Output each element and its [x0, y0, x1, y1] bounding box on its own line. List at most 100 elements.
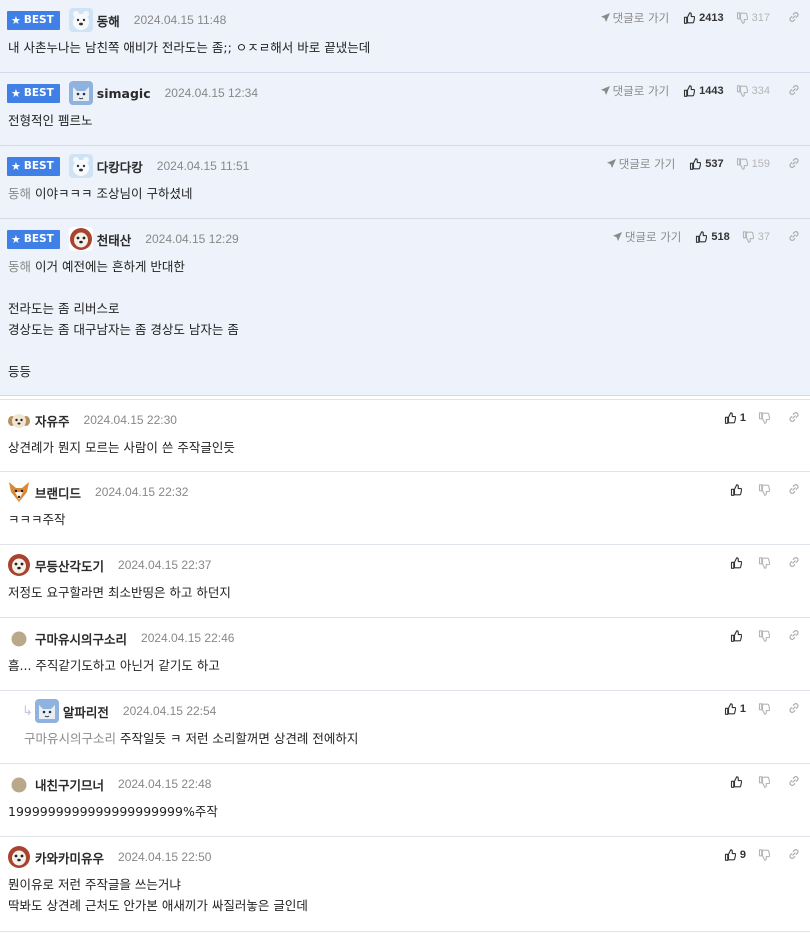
star-icon: ★	[11, 13, 21, 27]
share-link-button[interactable]	[788, 11, 800, 26]
comment-text-line: 등등	[8, 361, 239, 382]
like-button[interactable]	[730, 484, 746, 496]
link-icon	[788, 775, 800, 787]
nickname[interactable]: simagic	[97, 86, 151, 101]
thumbs-down-icon	[758, 412, 770, 424]
share-link-button[interactable]	[788, 702, 800, 717]
dislike-button[interactable]	[758, 776, 770, 788]
go-to-comment-link[interactable]: 댓글로 가기	[607, 156, 675, 172]
share-link-button[interactable]	[788, 775, 800, 790]
dislike-button[interactable]	[758, 484, 770, 496]
like-button[interactable]: 1	[724, 703, 746, 715]
like-button[interactable]: 518	[695, 231, 730, 243]
nickname[interactable]: 동해	[97, 11, 120, 30]
like-button[interactable]	[730, 557, 746, 569]
comment-text: 주작일듯 ㅋ 저런 소리할꺼면 상견례 전에하지	[120, 731, 359, 746]
dislike-count: 37	[757, 231, 770, 243]
like-button[interactable]: 2413	[683, 12, 724, 24]
avatar[interactable]	[35, 699, 59, 723]
dislike-count: 317	[751, 12, 770, 24]
nickname[interactable]: 다캉다캉	[97, 157, 143, 176]
timestamp: 2024.04.15 22:48	[118, 777, 212, 791]
mention-nickname[interactable]: 동해	[8, 259, 31, 274]
like-count: 2413	[699, 12, 724, 24]
send-icon	[601, 84, 610, 98]
thumbs-down-icon	[758, 703, 770, 715]
comment-actions: 댓글로 가기 2413 317	[601, 9, 800, 27]
thumbs-down-icon	[758, 484, 770, 496]
share-link-button[interactable]	[788, 230, 800, 245]
avatar[interactable]	[7, 480, 31, 504]
like-count: 537	[705, 158, 724, 170]
like-button[interactable]	[730, 630, 746, 642]
timestamp: 2024.04.15 22:50	[118, 850, 212, 864]
comment-text: 전형적인 펨르노	[8, 113, 93, 128]
dislike-button[interactable]	[758, 703, 770, 715]
comment-header: 카와카미유우 2024.04.15 22:50	[7, 845, 211, 869]
thumbs-down-icon	[736, 158, 748, 170]
thumbs-down-icon	[742, 231, 754, 243]
nickname[interactable]: 브랜디드	[35, 483, 81, 502]
nickname[interactable]: 구마유시의구소리	[35, 629, 127, 648]
link-icon	[788, 629, 800, 641]
go-to-comment-link[interactable]: 댓글로 가기	[613, 229, 681, 245]
share-link-button[interactable]	[788, 483, 800, 498]
thumbs-up-icon	[730, 557, 742, 569]
avatar[interactable]	[69, 154, 93, 178]
nickname[interactable]: 카와카미유우	[35, 848, 104, 867]
like-button[interactable]	[730, 776, 746, 788]
dislike-button[interactable]: 334	[736, 85, 770, 97]
dislike-button[interactable]	[758, 630, 770, 642]
share-link-button[interactable]	[788, 157, 800, 172]
avatar[interactable]	[7, 845, 31, 869]
go-to-comment-link[interactable]: 댓글로 가기	[601, 10, 670, 26]
like-count: 1443	[699, 85, 724, 97]
dislike-button[interactable]: 37	[742, 231, 770, 243]
comment-text: 상견례가 뭔지 모르는 사람이 쓴 주작글인듯	[8, 440, 235, 455]
send-icon	[613, 230, 622, 244]
dislike-button[interactable]: 317	[736, 12, 770, 24]
send-icon	[607, 157, 616, 171]
dislike-button[interactable]	[758, 557, 770, 569]
share-link-button[interactable]	[788, 629, 800, 644]
nickname[interactable]: 내친구기므너	[35, 775, 104, 794]
like-button[interactable]: 1443	[683, 85, 724, 97]
avatar[interactable]	[7, 626, 31, 650]
like-count: 9	[739, 849, 746, 861]
avatar[interactable]	[69, 227, 93, 251]
comment-text-line: 흠... 주직같기도하고 아닌거 같기도 하고	[8, 655, 220, 676]
nickname[interactable]: 무등산각도기	[35, 556, 104, 575]
comment-text-line: 상견례가 뭔지 모르는 사람이 쓴 주작글인듯	[8, 437, 235, 458]
comment-body: 상견례가 뭔지 모르는 사람이 쓴 주작글인듯	[8, 437, 235, 458]
timestamp: 2024.04.15 12:29	[145, 232, 239, 246]
timestamp: 2024.04.15 11:48	[133, 13, 227, 27]
mention-nickname[interactable]: 동해	[8, 186, 31, 201]
dislike-button[interactable]	[758, 412, 770, 424]
like-button[interactable]: 9	[724, 849, 746, 861]
share-link-button[interactable]	[788, 556, 800, 571]
mention-nickname[interactable]: 구마유시의구소리	[24, 731, 116, 746]
like-button[interactable]: 537	[689, 158, 724, 170]
avatar[interactable]	[7, 772, 31, 796]
avatar[interactable]	[7, 408, 31, 432]
share-link-button[interactable]	[788, 84, 800, 99]
avatar[interactable]	[69, 8, 93, 32]
best-badge: ★ BEST	[7, 10, 60, 30]
share-link-button[interactable]	[788, 411, 800, 426]
timestamp: 2024.04.15 11:51	[156, 159, 250, 173]
nickname[interactable]: 자유주	[35, 411, 70, 430]
avatar[interactable]	[69, 81, 93, 105]
comment-list: ★ BEST 동해 2024.04.15 11:48 댓글로 가기 2413 317 내 사촌…	[0, 0, 810, 932]
go-to-comment-link[interactable]: 댓글로 가기	[601, 83, 669, 99]
nickname[interactable]: 천태산	[97, 230, 132, 249]
star-icon: ★	[11, 86, 21, 100]
like-button[interactable]: 1	[724, 412, 746, 424]
dislike-button[interactable]: 159	[736, 158, 770, 170]
comment-header: ★ BEST 다캉다캉 2024.04.15 11:51	[7, 154, 249, 178]
nickname[interactable]: 알파리전	[63, 702, 109, 721]
best-badge: ★ BEST	[7, 229, 60, 249]
share-link-button[interactable]	[788, 848, 800, 863]
avatar[interactable]	[7, 553, 31, 577]
go-to-comment-label: 댓글로 가기	[612, 11, 670, 25]
dislike-button[interactable]	[758, 849, 770, 861]
